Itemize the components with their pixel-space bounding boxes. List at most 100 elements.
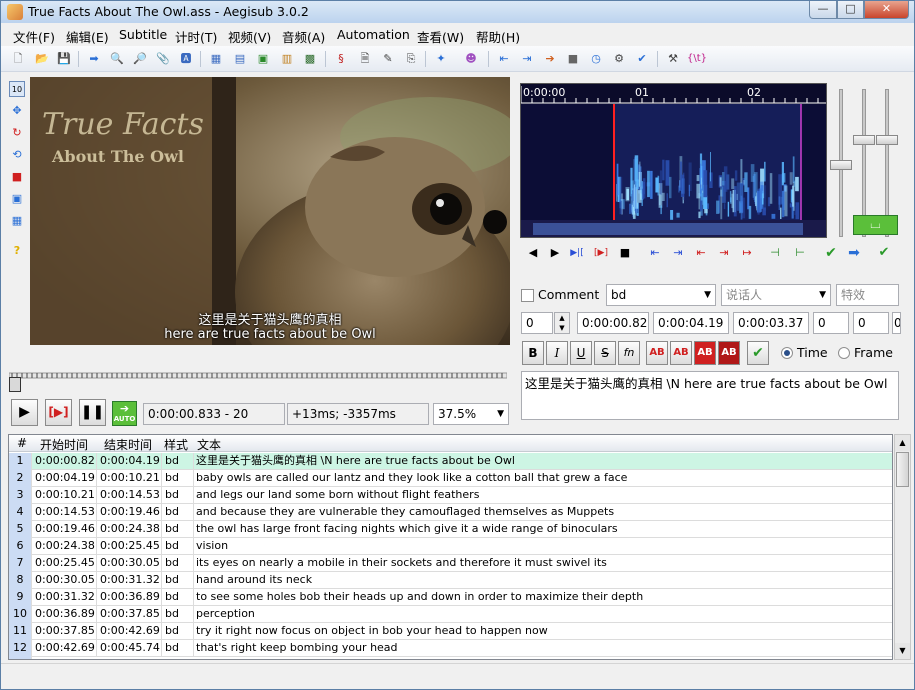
scroll-thumb[interactable] xyxy=(896,452,909,487)
zoom-select[interactable]: 37.5% ▼ xyxy=(433,403,509,425)
style-assistant-icon[interactable]: 🗎 xyxy=(357,51,373,67)
scale-tool-icon[interactable]: ■ xyxy=(9,169,25,185)
table-row[interactable]: 1 0:00:00.82 0:00:04.19 bd 这里是关于猫头鹰的真相 \N he… xyxy=(9,453,892,470)
audio-go-next-icon[interactable]: ➡ xyxy=(846,245,862,261)
fonts-collector-icon[interactable]: 🅰 xyxy=(178,51,194,67)
shift-times-icon[interactable]: § xyxy=(333,51,349,67)
audio-play-start-icon[interactable]: ⇥ xyxy=(670,245,686,261)
audio-auto-commit-icon[interactable]: ✔ xyxy=(876,245,892,261)
commit-button[interactable]: ✔ xyxy=(747,341,769,365)
menu-file[interactable]: 文件(F) xyxy=(13,27,55,46)
options-icon[interactable]: ⚒ xyxy=(665,51,681,67)
table-row[interactable]: 5 0:00:19.46 0:00:24.38 bd the owl has large… xyxy=(9,521,892,538)
tag-hiding-icon[interactable]: {\t} xyxy=(687,51,707,67)
table-row-partial[interactable] xyxy=(9,657,892,659)
audio-commit-icon[interactable]: ✔ xyxy=(823,245,839,261)
menu-video[interactable]: 视频(V) xyxy=(228,27,271,46)
table-row[interactable]: 8 0:00:30.05 0:00:31.32 bd hand around its n… xyxy=(9,572,892,589)
maximize-button[interactable]: □ xyxy=(837,1,864,19)
audio-lead-in-icon[interactable]: ⊣ xyxy=(767,245,783,261)
drag-tool-icon[interactable]: ✥ xyxy=(9,103,25,119)
audio-stop-icon[interactable]: ■ xyxy=(617,245,633,261)
rotate-z-icon[interactable]: ↻ xyxy=(9,125,25,141)
replace-icon[interactable]: 🔎 xyxy=(132,51,148,67)
outline-color-button[interactable]: AB xyxy=(694,341,716,365)
standard-tool-icon[interactable]: 10 xyxy=(9,81,25,97)
margin-vertical-input[interactable]: 0 xyxy=(892,312,901,334)
layer-input[interactable]: 0 xyxy=(521,312,553,334)
shadow-color-button[interactable]: AB xyxy=(718,341,740,365)
margin-right-input[interactable]: 0 xyxy=(853,312,889,334)
audio-next-icon[interactable]: ▶ xyxy=(547,245,563,261)
video-seek-handle[interactable] xyxy=(9,377,21,392)
strikeout-button[interactable]: S xyxy=(594,341,616,365)
snap-end-icon[interactable]: ⇥ xyxy=(519,51,535,67)
start-time-input[interactable]: 0:00:00.82 xyxy=(577,312,649,334)
save-file-icon[interactable]: 💾 xyxy=(56,51,72,67)
italic-button[interactable]: I xyxy=(546,341,568,365)
header-style[interactable]: 样式 xyxy=(164,436,188,453)
end-time-input[interactable]: 0:00:04.19 xyxy=(653,312,729,334)
header-start[interactable]: 开始时间 xyxy=(40,436,88,453)
video-details-icon[interactable]: ☻ xyxy=(463,51,479,67)
font-button[interactable]: fn xyxy=(618,341,640,365)
clock-icon[interactable]: ◷ xyxy=(588,51,604,67)
audio-play-after-icon[interactable]: ⇥ xyxy=(716,245,732,261)
play-line-icon[interactable]: ➔ xyxy=(542,51,558,67)
audio-play-to-end-icon[interactable]: ↦ xyxy=(739,245,755,261)
rotate-xy-icon[interactable]: ⟲ xyxy=(9,147,25,163)
video-display[interactable]: True Facts About The Owl 这里是关于猫头鹰的真相 her… xyxy=(30,77,510,345)
open-file-icon[interactable]: 📂 xyxy=(34,51,50,67)
table-row[interactable]: 10 0:00:36.89 0:00:37.85 bd perception xyxy=(9,606,892,623)
grid-options-icon[interactable]: ⚙ xyxy=(611,51,627,67)
frame-radio[interactable] xyxy=(838,347,850,359)
audio-play-end-icon[interactable]: ⇤ xyxy=(693,245,709,261)
auto-scroll-toggle[interactable]: ➔ AUTO xyxy=(112,401,137,426)
jump-icon[interactable]: ➡ xyxy=(86,51,102,67)
primary-color-button[interactable]: AB xyxy=(646,341,668,365)
attachments-icon[interactable]: 📎 xyxy=(155,51,171,67)
video-timeline[interactable] xyxy=(9,371,507,380)
menu-edit[interactable]: 编辑(E) xyxy=(66,27,109,46)
scroll-up-icon[interactable]: ▲ xyxy=(895,435,910,451)
automation-icon[interactable]: ✦ xyxy=(433,51,449,67)
play-button[interactable]: ▶ xyxy=(11,399,38,426)
menu-help[interactable]: 帮助(H) xyxy=(476,27,520,46)
header-text[interactable]: 文本 xyxy=(197,436,221,453)
stop-icon[interactable]: ■ xyxy=(565,51,581,67)
help-icon[interactable]: ? xyxy=(9,243,25,259)
new-file-icon[interactable]: 🗋 xyxy=(10,51,26,67)
audio-link-toggle[interactable]: ⌴ xyxy=(853,215,898,235)
audio-play-line-icon[interactable]: [▶] xyxy=(593,245,609,261)
table-row[interactable]: 6 0:00:24.38 0:00:25.45 bd vision xyxy=(9,538,892,555)
time-radio[interactable] xyxy=(781,347,793,359)
properties-icon[interactable]: ▦ xyxy=(208,51,224,67)
grid-scrollbar[interactable]: ▲ ▼ xyxy=(894,434,911,660)
secondary-color-button[interactable]: AB xyxy=(670,341,692,365)
audio-display[interactable]: 0:00:00 01 02 xyxy=(520,83,827,238)
translation-assistant-icon[interactable]: ✎ xyxy=(380,51,396,67)
audio-play-selection-icon[interactable]: ▶|[ xyxy=(569,245,585,261)
audio-zoom-thumb[interactable] xyxy=(830,160,852,170)
spell-checker-icon[interactable]: ⎘ xyxy=(403,51,419,67)
table-row[interactable]: 2 0:00:04.19 0:00:10.21 bd baby owls are cal… xyxy=(9,470,892,487)
actor-input[interactable]: 说话人 ▼ xyxy=(721,284,831,306)
menu-view[interactable]: 查看(W) xyxy=(417,27,464,46)
styles-manager-icon[interactable]: ▤ xyxy=(232,51,248,67)
timing-post-processor-icon[interactable]: ▥ xyxy=(279,51,295,67)
play-line-button[interactable]: [▶] xyxy=(45,399,72,426)
table-row[interactable]: 3 0:00:10.21 0:00:14.53 bd and legs our land… xyxy=(9,487,892,504)
table-row[interactable]: 11 0:00:37.85 0:00:42.69 bd try it right now… xyxy=(9,623,892,640)
effect-input[interactable]: 特效 xyxy=(836,284,899,306)
table-row[interactable]: 9 0:00:31.32 0:00:36.89 bd to see some holes… xyxy=(9,589,892,606)
table-row[interactable]: 4 0:00:14.53 0:00:19.46 bd and because they … xyxy=(9,504,892,521)
snap-start-icon[interactable]: ⇤ xyxy=(496,51,512,67)
table-row[interactable]: 12 0:00:42.69 0:00:45.74 bd that's right kee… xyxy=(9,640,892,657)
audio-prev-icon[interactable]: ◀ xyxy=(525,245,541,261)
menu-audio[interactable]: 音频(A) xyxy=(282,27,325,46)
header-end[interactable]: 结束时间 xyxy=(104,436,152,453)
menu-automation[interactable]: Automation xyxy=(337,27,410,42)
video-time-display[interactable]: 0:00:00.833 - 20 xyxy=(143,403,285,425)
clip-tool-icon[interactable]: ▣ xyxy=(9,191,25,207)
bold-button[interactable]: B xyxy=(522,341,544,365)
